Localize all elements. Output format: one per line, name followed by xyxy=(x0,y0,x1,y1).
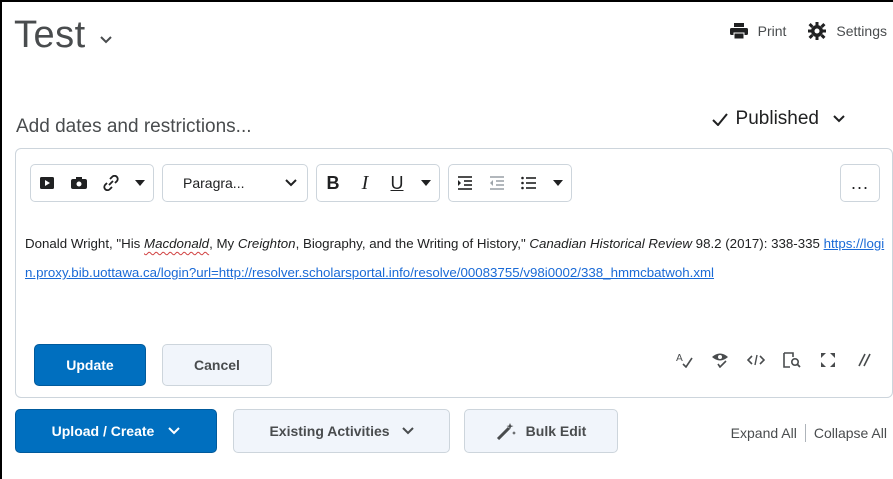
published-label: Published xyxy=(735,108,819,129)
content-text: , Biography, and the Writing of History,… xyxy=(295,236,530,251)
add-dates-link[interactable]: Add dates and restrictions... xyxy=(16,116,252,138)
upload-create-button[interactable]: Upload / Create xyxy=(15,409,217,453)
format-select-value: Paragra... xyxy=(183,175,245,191)
chevron-down-icon[interactable] xyxy=(99,31,112,49)
chevron-down-icon xyxy=(285,179,297,187)
format-select[interactable]: Paragra... xyxy=(162,164,308,202)
resize-handle-icon[interactable] xyxy=(846,353,882,367)
top-actions: Print Settings xyxy=(708,22,887,40)
gear-icon xyxy=(808,22,827,40)
print-button[interactable]: Print xyxy=(729,23,787,39)
content-text-em: Macdonald xyxy=(144,236,210,251)
insert-link-icon[interactable] xyxy=(95,165,127,201)
content-text: 98.2 (2017): 338-335 xyxy=(691,236,824,251)
bulk-edit-label: Bulk Edit xyxy=(525,423,587,439)
page-title: Test xyxy=(14,14,86,56)
content-text-em: Canadian Historical Review xyxy=(529,236,692,251)
editor-status-tools: A xyxy=(666,352,882,368)
insert-image-icon[interactable] xyxy=(63,165,95,201)
printer-icon xyxy=(729,23,748,39)
cancel-button[interactable]: Cancel xyxy=(162,344,272,386)
upload-create-label: Upload / Create xyxy=(51,423,155,439)
print-label: Print xyxy=(757,23,787,39)
divider xyxy=(804,424,806,442)
collapse-all-link[interactable]: Collapse All xyxy=(814,425,887,441)
fullscreen-icon[interactable] xyxy=(810,352,846,368)
chevron-down-icon xyxy=(168,427,181,435)
more-options-button[interactable]: ... xyxy=(840,164,880,202)
content-text: Donald Wright, "His xyxy=(25,236,145,251)
editor-toolbar: Paragra... B I U xyxy=(30,164,580,202)
indent-icon[interactable] xyxy=(449,165,481,201)
caret-down-icon[interactable] xyxy=(413,165,439,201)
preview-icon[interactable] xyxy=(774,352,810,368)
existing-activities-label: Existing Activities xyxy=(269,423,390,439)
bulk-edit-button[interactable]: Bulk Edit xyxy=(464,409,618,453)
outdent-icon[interactable] xyxy=(481,165,513,201)
bold-button[interactable]: B xyxy=(317,165,349,201)
existing-activities-button[interactable]: Existing Activities xyxy=(233,409,450,453)
caret-down-icon[interactable] xyxy=(545,165,571,201)
magic-wand-icon xyxy=(496,423,516,440)
html-editor: Paragra... B I U ... Donald Wright, "His… xyxy=(15,148,893,398)
content-text-em: Creighton xyxy=(237,236,296,251)
insert-group xyxy=(30,164,154,202)
title-row[interactable]: Test xyxy=(14,14,112,57)
content-text: , My xyxy=(209,236,238,251)
update-button[interactable]: Update xyxy=(34,344,146,386)
italic-button[interactable]: I xyxy=(349,165,381,201)
source-code-icon[interactable] xyxy=(738,354,774,366)
published-dropdown[interactable]: Published xyxy=(711,108,845,130)
text-style-group: B I U xyxy=(316,164,440,202)
check-icon xyxy=(711,112,728,126)
settings-label: Settings xyxy=(836,23,887,39)
accessibility-checker-icon[interactable] xyxy=(702,352,738,368)
expand-collapse-controls: Expand All Collapse All xyxy=(731,424,887,442)
chevron-down-icon xyxy=(401,427,414,435)
settings-button[interactable]: Settings xyxy=(808,22,887,40)
chevron-down-icon xyxy=(833,115,845,123)
svg-text:A: A xyxy=(676,353,683,364)
expand-all-link[interactable]: Expand All xyxy=(731,425,797,441)
editor-content[interactable]: Donald Wright, "His Macdonald, My Creigh… xyxy=(25,229,887,287)
bullet-list-icon[interactable] xyxy=(513,165,545,201)
list-group xyxy=(448,164,572,202)
underline-button[interactable]: U xyxy=(381,165,413,201)
insert-video-icon[interactable] xyxy=(31,165,63,201)
caret-down-icon[interactable] xyxy=(127,165,153,201)
spellcheck-icon[interactable]: A xyxy=(666,352,702,368)
